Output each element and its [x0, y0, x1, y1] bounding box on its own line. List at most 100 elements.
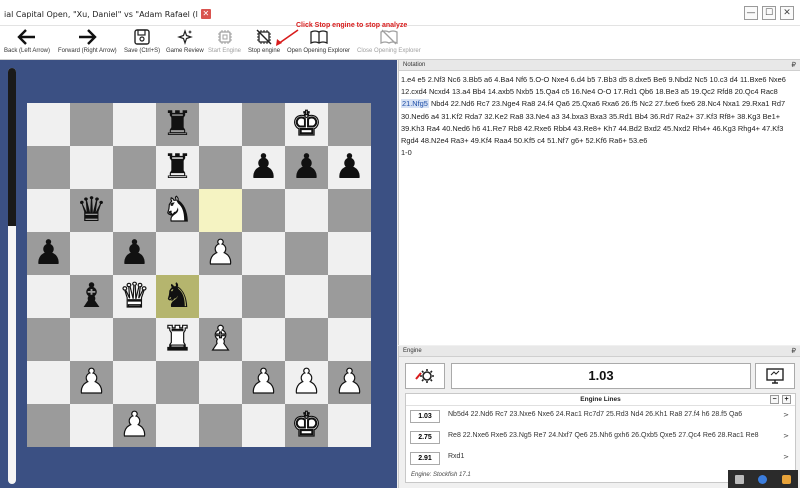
bluetooth-icon[interactable]: [758, 474, 768, 484]
square-d4[interactable]: ♞: [156, 275, 199, 318]
white-knight-icon[interactable]: ♞: [156, 189, 199, 232]
square-g4[interactable]: [285, 275, 328, 318]
square-a5[interactable]: ♟: [27, 232, 70, 275]
square-d7[interactable]: ♜: [156, 146, 199, 189]
black-pawn-icon[interactable]: ♟: [285, 146, 328, 189]
square-e3[interactable]: ♝: [199, 318, 242, 361]
square-d3[interactable]: ♜: [156, 318, 199, 361]
square-e2[interactable]: [199, 361, 242, 404]
fewer-lines-button[interactable]: −: [770, 395, 779, 404]
forward-button[interactable]: Forward (Right Arrow): [58, 28, 117, 54]
square-g1[interactable]: ♚: [285, 404, 328, 447]
black-rook-icon[interactable]: ♜: [156, 146, 199, 189]
square-c3[interactable]: [113, 318, 156, 361]
moves-after[interactable]: Nbd4 22.Nd6 Rc7 23.Nge4 Ra8 24.f4 Qa6 25…: [401, 99, 785, 145]
square-c1[interactable]: ♟: [113, 404, 156, 447]
game-review-button[interactable]: Game Review: [166, 28, 204, 54]
close-window-button[interactable]: ✕: [780, 6, 794, 20]
white-bishop-icon[interactable]: ♝: [199, 318, 242, 361]
square-d2[interactable]: [156, 361, 199, 404]
tab-close-icon[interactable]: ✕: [200, 9, 211, 19]
square-d8[interactable]: ♜: [156, 103, 199, 146]
square-a7[interactable]: [27, 146, 70, 189]
square-a2[interactable]: [27, 361, 70, 404]
square-f3[interactable]: [242, 318, 285, 361]
square-f7[interactable]: ♟: [242, 146, 285, 189]
line-expand-icon[interactable]: >: [783, 453, 789, 461]
line-expand-icon[interactable]: >: [783, 432, 789, 440]
black-pawn-icon[interactable]: ♟: [242, 146, 285, 189]
close-opening-explorer-button[interactable]: Close Opening Explorer: [357, 28, 421, 54]
move-list[interactable]: 1.e4 e5 2.Nf3 Nc6 3.Bb5 a6 4.Ba4 Nf6 5.O…: [399, 71, 800, 159]
moves-before[interactable]: 1.e4 e5 2.Nf3 Nc6 3.Bb5 a6 4.Ba4 Nf6 5.O…: [401, 75, 786, 96]
engine-settings-button[interactable]: [405, 363, 445, 389]
square-a8[interactable]: [27, 103, 70, 146]
white-pawn-icon[interactable]: ♟: [199, 232, 242, 275]
white-pawn-icon[interactable]: ♟: [285, 361, 328, 404]
pin-icon[interactable]: ₽: [792, 61, 796, 69]
square-d5[interactable]: [156, 232, 199, 275]
square-g7[interactable]: ♟: [285, 146, 328, 189]
square-b5[interactable]: [70, 232, 113, 275]
square-e4[interactable]: [199, 275, 242, 318]
line-expand-icon[interactable]: >: [783, 411, 789, 419]
more-lines-button[interactable]: +: [782, 395, 791, 404]
square-g5[interactable]: [285, 232, 328, 275]
square-h3[interactable]: [328, 318, 371, 361]
square-f4[interactable]: [242, 275, 285, 318]
maximize-button[interactable]: ☐: [762, 6, 776, 20]
square-f8[interactable]: [242, 103, 285, 146]
square-h5[interactable]: [328, 232, 371, 275]
white-pawn-icon[interactable]: ♟: [113, 404, 156, 447]
square-h4[interactable]: [328, 275, 371, 318]
square-b8[interactable]: [70, 103, 113, 146]
square-a4[interactable]: [27, 275, 70, 318]
minimize-button[interactable]: —: [744, 6, 758, 20]
back-button[interactable]: Back (Left Arrow): [4, 28, 50, 54]
square-b7[interactable]: [70, 146, 113, 189]
engine-line[interactable]: 2.75 Re8 22.Nxe6 Rxe6 23.Ng5 Re7 24.Nxf7…: [406, 427, 795, 448]
square-h7[interactable]: ♟: [328, 146, 371, 189]
square-e1[interactable]: [199, 404, 242, 447]
save-button[interactable]: Save (Ctrl+S): [124, 28, 160, 54]
square-f6[interactable]: [242, 189, 285, 232]
square-h6[interactable]: [328, 189, 371, 232]
square-b2[interactable]: ♟: [70, 361, 113, 404]
square-b1[interactable]: [70, 404, 113, 447]
square-b6[interactable]: ♛: [70, 189, 113, 232]
white-queen-icon[interactable]: ♛: [113, 275, 156, 318]
line-moves[interactable]: Rxd1: [448, 453, 464, 460]
square-g2[interactable]: ♟: [285, 361, 328, 404]
square-b3[interactable]: [70, 318, 113, 361]
square-d6[interactable]: ♞: [156, 189, 199, 232]
engine-line[interactable]: 1.03 Nb5d4 22.Nd6 Rc7 23.Nxe6 Nxe6 24.Ra…: [406, 406, 795, 427]
square-e5[interactable]: ♟: [199, 232, 242, 275]
square-c8[interactable]: [113, 103, 156, 146]
square-d1[interactable]: [156, 404, 199, 447]
black-rook-icon[interactable]: ♜: [156, 103, 199, 146]
square-f1[interactable]: [242, 404, 285, 447]
black-knight-icon[interactable]: ♞: [156, 275, 199, 318]
white-king-icon[interactable]: ♚: [285, 103, 328, 146]
square-h8[interactable]: [328, 103, 371, 146]
white-pawn-icon[interactable]: ♟: [70, 361, 113, 404]
square-c6[interactable]: [113, 189, 156, 232]
black-pawn-icon[interactable]: ♟: [113, 232, 156, 275]
square-c2[interactable]: [113, 361, 156, 404]
square-f2[interactable]: ♟: [242, 361, 285, 404]
square-c5[interactable]: ♟: [113, 232, 156, 275]
black-bishop-icon[interactable]: ♝: [70, 275, 113, 318]
white-pawn-icon[interactable]: ♟: [242, 361, 285, 404]
square-h2[interactable]: ♟: [328, 361, 371, 404]
square-f5[interactable]: [242, 232, 285, 275]
shield-icon[interactable]: [781, 474, 791, 484]
square-g6[interactable]: [285, 189, 328, 232]
black-queen-icon[interactable]: ♛: [70, 189, 113, 232]
black-pawn-icon[interactable]: ♟: [328, 146, 371, 189]
white-rook-icon[interactable]: ♜: [156, 318, 199, 361]
chess-board[interactable]: ♜ ♚ ♜ ♟ ♟ ♟ ♛ ♞ ♟ ♟ ♟ ♝ ♛ ♞ ♜ ♝ ♟ ♟ ♟ ♟ ♟ ♚: [27, 103, 371, 447]
usb-icon[interactable]: [735, 474, 745, 484]
square-h1[interactable]: [328, 404, 371, 447]
square-g3[interactable]: [285, 318, 328, 361]
square-e8[interactable]: [199, 103, 242, 146]
